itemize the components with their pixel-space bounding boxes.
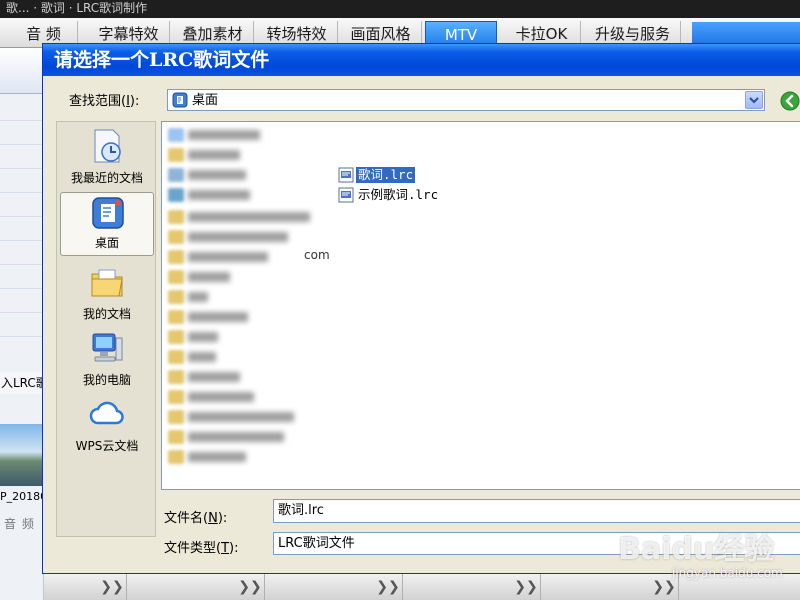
wps-cloud-icon [89,401,124,425]
place-wps-cloud[interactable]: WPS云文档 [60,394,154,458]
list-item[interactable] [168,350,228,364]
back-arrow-icon[interactable] [780,91,800,111]
filename-label: 文件名(N): [164,511,228,526]
app-title: 歌... · 歌词 · LRC歌词制作 [6,1,148,15]
list-item[interactable] [168,290,228,304]
left-panel-header [0,48,44,94]
lrc-file-icon [338,167,354,183]
chevron-right-icon[interactable]: ❯❯ [652,576,676,598]
timeline-bar: ❯❯ ❯❯ ❯❯ ❯❯ ❯❯ [44,572,800,600]
chevron-right-icon[interactable]: ❯❯ [100,576,124,598]
left-row-divider [0,240,44,241]
left-row-divider [0,216,44,217]
left-row-divider [0,336,44,337]
desktop-icon [92,197,124,229]
place-my-documents[interactable]: 我的文档 [60,262,154,326]
filename-input[interactable]: 歌词.lrc [273,499,800,523]
chevron-down-icon[interactable] [745,91,763,109]
timeline-divider [126,573,127,600]
video-thumbnail-label: P_20180 [0,490,44,503]
chevron-right-icon[interactable]: ❯❯ [238,576,262,598]
my-computer-icon [92,333,123,362]
open-lrc-dialog: 请选择一个LRC歌词文件 查找范围(I): 桌面 我最近的文档 桌面 我的文档 … [42,43,800,574]
list-item[interactable] [168,450,258,464]
left-row-divider [0,144,44,145]
lrc-file-icon [338,187,354,203]
left-row-divider [0,288,44,289]
lookin-label: 查找范围(I): [69,94,140,109]
list-item[interactable] [168,250,268,264]
lookin-value: 桌面 [192,93,219,108]
my-documents-icon [91,269,123,297]
timeline-divider [402,573,403,600]
import-lrc-button[interactable]: 入LRC歌 [0,372,44,394]
blurred-filename-fragment: com [304,248,330,262]
list-item[interactable] [168,148,248,162]
lookin-dropdown[interactable]: 桌面 [167,89,765,111]
left-row-divider [0,312,44,313]
place-recent-documents[interactable]: 我最近的文档 [60,126,154,190]
list-item[interactable] [168,330,238,344]
chevron-right-icon[interactable]: ❯❯ [376,576,400,598]
timeline-divider [264,573,265,600]
left-row-divider [0,120,44,121]
desktop-icon [172,92,188,108]
left-row-divider [0,168,44,169]
app-titlebar: 歌... · 歌词 · LRC歌词制作 [0,0,800,18]
video-thumbnail[interactable] [0,424,44,486]
file-item-lrc-selected[interactable]: 歌词.lrc [338,166,448,184]
list-item[interactable] [168,310,258,324]
left-row-divider [0,192,44,193]
list-item[interactable] [168,168,248,182]
left-row-divider [0,264,44,265]
file-list[interactable]: com 歌词.lrc 示例歌词.lrc [161,121,800,490]
timeline-divider [678,573,679,600]
list-item[interactable] [168,270,258,284]
dialog-title[interactable]: 请选择一个LRC歌词文件 [43,44,800,76]
filetype-dropdown[interactable]: LRC歌词文件 [273,532,800,555]
list-item[interactable] [168,210,328,224]
chevron-right-icon[interactable]: ❯❯ [514,576,538,598]
file-item-lrc[interactable]: 示例歌词.lrc [338,186,468,204]
place-my-computer[interactable]: 我的电脑 [60,328,154,392]
filetype-label: 文件类型(T): [164,541,239,556]
list-item[interactable] [168,128,268,142]
audio-track-label: 音频 [4,517,41,531]
list-item[interactable] [168,410,298,424]
list-item[interactable] [168,430,298,444]
list-item[interactable] [168,370,248,384]
list-item[interactable] [168,390,268,404]
list-item[interactable] [168,188,258,202]
recent-documents-icon [94,129,121,163]
list-item[interactable] [168,230,288,244]
place-desktop[interactable]: 桌面 [60,192,154,256]
places-bar: 我最近的文档 桌面 我的文档 我的电脑 WPS云文档 [56,121,156,537]
timeline-divider [540,573,541,600]
